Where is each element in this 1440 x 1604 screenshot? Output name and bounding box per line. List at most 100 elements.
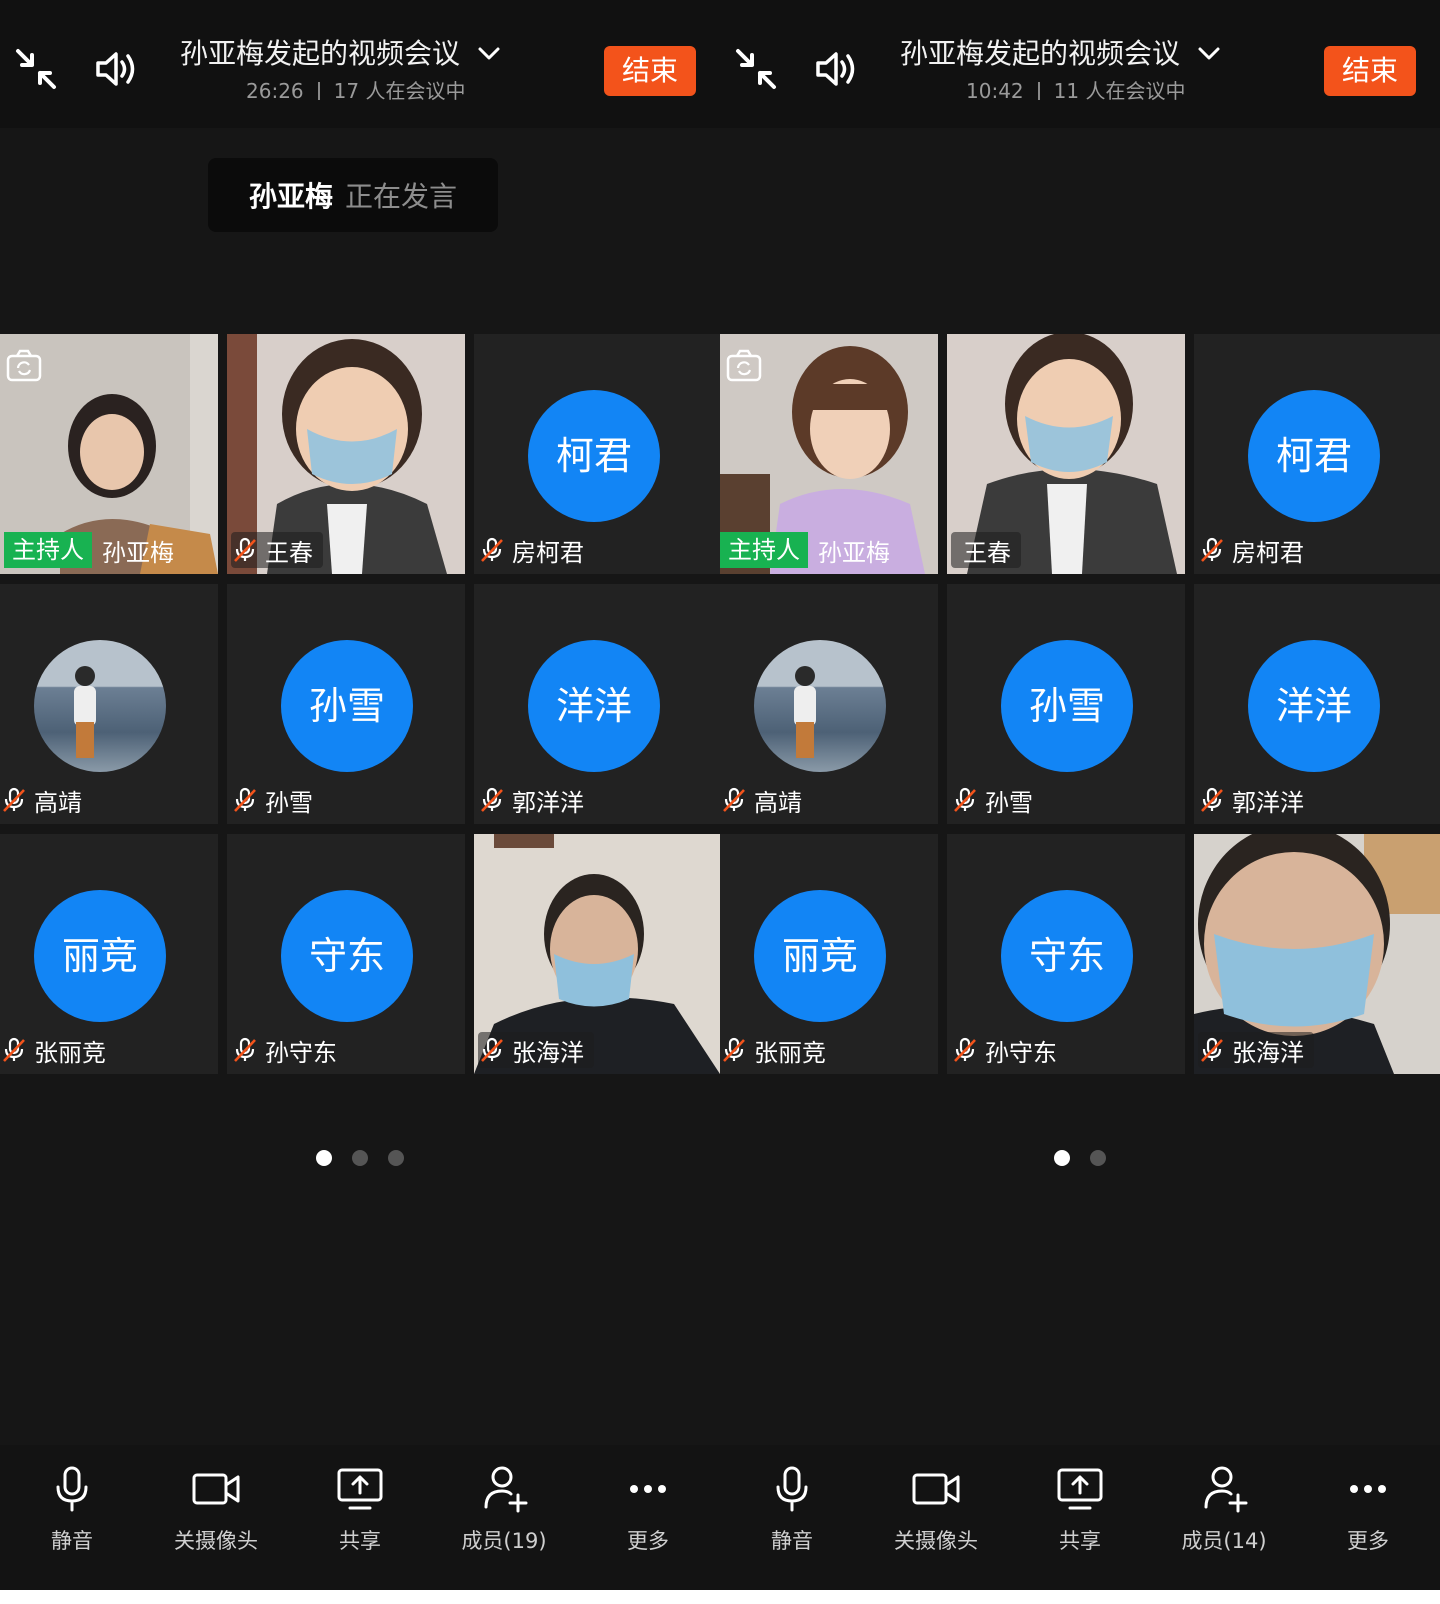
participant-count: 11 人在会议中 — [1053, 79, 1186, 103]
host-badge: 主持人 — [720, 532, 808, 568]
participant-label: 张海洋 — [1198, 1032, 1314, 1068]
participant-tile[interactable]: 王春 — [227, 334, 465, 574]
participant-tile[interactable]: 洋洋 郭洋洋 — [474, 584, 720, 824]
page-indicator[interactable] — [720, 1150, 1440, 1166]
meeting-screen-2: 孙亚梅发起的视频会议 10:42 11 人在会议中 结束 主持人 孙亚梅 王春 … — [720, 0, 1440, 1590]
page-dot[interactable] — [1054, 1150, 1070, 1166]
camera-off-label: 关摄像头 — [894, 1529, 978, 1553]
participant-name: 孙雪 — [265, 788, 313, 817]
participant-label: 高靖 — [720, 782, 812, 818]
camera-off-button[interactable]: 关摄像头 — [144, 1445, 288, 1590]
participant-avatar: 洋洋 — [528, 640, 660, 772]
participant-tile[interactable]: 孙雪 孙雪 — [227, 584, 465, 824]
meeting-title-block[interactable]: 孙亚梅发起的视频会议 10:42 11 人在会议中 — [900, 36, 1260, 104]
participant-tile[interactable]: 主持人 孙亚梅 — [720, 334, 938, 574]
mic-muted-icon — [1198, 536, 1226, 564]
participant-name: 孙亚梅 — [102, 538, 174, 567]
collapse-icon[interactable] — [732, 45, 780, 93]
participant-name: 孙守东 — [985, 1038, 1057, 1067]
page-indicator[interactable] — [0, 1150, 720, 1166]
collapse-icon[interactable] — [12, 45, 60, 93]
share-label: 共享 — [339, 1529, 381, 1553]
camera-switch-icon[interactable] — [4, 346, 44, 386]
participant-tile[interactable]: 丽竞 张丽竞 — [0, 834, 218, 1074]
page-dot[interactable] — [352, 1150, 368, 1166]
end-meeting-button[interactable]: 结束 — [1324, 46, 1416, 96]
participant-avatar: 孙雪 — [281, 640, 413, 772]
participant-name: 高靖 — [34, 788, 82, 817]
participant-photo-avatar — [34, 640, 166, 772]
participant-name: 郭洋洋 — [1232, 788, 1304, 817]
participant-tile[interactable]: 柯君 房柯君 — [474, 334, 720, 574]
participant-tile[interactable]: 守东 孙守东 — [947, 834, 1185, 1074]
page-dot[interactable] — [388, 1150, 404, 1166]
mic-muted-icon — [231, 1036, 259, 1064]
page-dot[interactable] — [316, 1150, 332, 1166]
camera-off-label: 关摄像头 — [174, 1529, 258, 1553]
members-button[interactable]: 成员(14) — [1152, 1445, 1296, 1590]
participant-label: 郭洋洋 — [478, 782, 594, 818]
participant-name: 房柯君 — [512, 538, 584, 567]
mic-muted-icon — [0, 786, 28, 814]
participant-tile[interactable]: 丽竞 张丽竞 — [720, 834, 938, 1074]
participant-tile[interactable]: 高靖 — [720, 584, 938, 824]
screen-share-icon — [1054, 1463, 1106, 1515]
meeting-title: 孙亚梅发起的视频会议 — [900, 37, 1181, 70]
participant-name: 张海洋 — [1232, 1038, 1304, 1067]
participant-label: 主持人 孙亚梅 — [720, 532, 900, 568]
participant-tile[interactable]: 洋洋 郭洋洋 — [1194, 584, 1440, 824]
participant-tile[interactable]: 主持人 孙亚梅 — [0, 334, 218, 574]
share-button[interactable]: 共享 — [288, 1445, 432, 1590]
participant-grid: 主持人 孙亚梅 王春 柯君 房柯君 高靖 孙雪 孙雪 洋洋 郭洋洋 丽竞 张丽竞… — [720, 334, 1440, 1082]
meeting-duration: 26:26 — [246, 79, 304, 103]
participant-tile[interactable]: 孙雪 孙雪 — [947, 584, 1185, 824]
participant-name: 房柯君 — [1232, 538, 1304, 567]
more-label: 更多 — [627, 1529, 669, 1553]
meeting-screen-1: 孙亚梅发起的视频会议 26:26 17 人在会议中 结束 孙亚梅 正在发言 主持… — [0, 0, 720, 1590]
participant-count: 17 人在会议中 — [333, 79, 466, 103]
participant-label: 孙雪 — [231, 782, 323, 818]
camera-off-button[interactable]: 关摄像头 — [864, 1445, 1008, 1590]
participant-name: 张丽竞 — [754, 1038, 826, 1067]
participant-tile[interactable]: 高靖 — [0, 584, 218, 824]
divider — [1037, 82, 1040, 100]
participant-label: 张丽竞 — [720, 1032, 836, 1068]
participant-label: 张海洋 — [478, 1032, 594, 1068]
share-button[interactable]: 共享 — [1008, 1445, 1152, 1590]
participant-label: 高靖 — [0, 782, 92, 818]
bottom-toolbar: 静音 关摄像头 共享 成员(19) 更多 — [0, 1445, 720, 1590]
participant-name: 高靖 — [754, 788, 802, 817]
meeting-title: 孙亚梅发起的视频会议 — [180, 37, 461, 70]
participant-avatar: 孙雪 — [1001, 640, 1133, 772]
participant-tile[interactable]: 张海洋 — [1194, 834, 1440, 1074]
more-button[interactable]: 更多 — [1296, 1445, 1440, 1590]
members-button[interactable]: 成员(19) — [432, 1445, 576, 1590]
mic-muted-icon — [720, 786, 748, 814]
mic-muted-icon — [951, 786, 979, 814]
participant-label: 张丽竞 — [0, 1032, 116, 1068]
mute-button[interactable]: 静音 — [720, 1445, 864, 1590]
end-meeting-button[interactable]: 结束 — [604, 46, 696, 96]
participant-tile[interactable]: 守东 孙守东 — [227, 834, 465, 1074]
participant-name: 张海洋 — [512, 1038, 584, 1067]
video-camera-icon — [190, 1463, 242, 1515]
page-dot[interactable] — [1090, 1150, 1106, 1166]
meeting-title-block[interactable]: 孙亚梅发起的视频会议 26:26 17 人在会议中 — [180, 36, 540, 104]
mute-label: 静音 — [51, 1529, 93, 1553]
mute-button[interactable]: 静音 — [0, 1445, 144, 1590]
participant-tile[interactable]: 张海洋 — [474, 834, 720, 1074]
divider — [317, 82, 320, 100]
more-icon — [622, 1463, 674, 1515]
chevron-down-icon — [476, 41, 502, 67]
camera-switch-icon[interactable] — [724, 346, 764, 386]
speaker-icon[interactable] — [92, 45, 140, 93]
more-button[interactable]: 更多 — [576, 1445, 720, 1590]
participant-name: 张丽竞 — [34, 1038, 106, 1067]
mic-icon — [766, 1463, 818, 1515]
bottom-toolbar: 静音 关摄像头 共享 成员(14) 更多 — [720, 1445, 1440, 1590]
add-member-icon — [1198, 1463, 1250, 1515]
speaker-icon[interactable] — [812, 45, 860, 93]
participant-tile[interactable]: 柯君 房柯君 — [1194, 334, 1440, 574]
participant-tile[interactable]: 王春 — [947, 334, 1185, 574]
screen-share-icon — [334, 1463, 386, 1515]
